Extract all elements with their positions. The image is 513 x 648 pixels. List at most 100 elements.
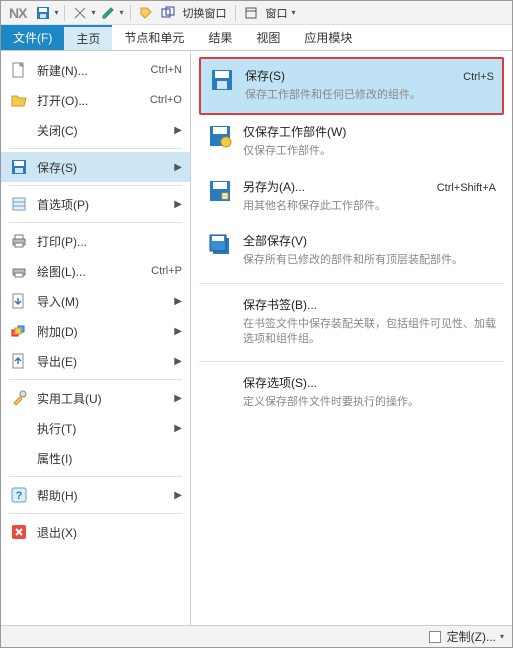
separator [9, 476, 182, 477]
submenu-save-work[interactable]: 仅保存工作部件(W) 仅保存工作部件。 [199, 115, 504, 169]
menu-shortcut: Ctrl+P [151, 265, 182, 277]
menu-label: 绘图(L)... [37, 263, 143, 280]
submenu-title: 保存(S) [245, 67, 285, 84]
separator [199, 361, 504, 362]
submenu-desc: 仅保存工作部件。 [243, 144, 496, 159]
menu-label: 保存(S) [37, 159, 166, 176]
tab-results[interactable]: 结果 [196, 25, 244, 50]
separator [9, 148, 182, 149]
menu-label: 首选项(P) [37, 196, 166, 213]
svg-text:?: ? [16, 490, 23, 502]
separator [9, 185, 182, 186]
chevron-right-icon: ▶ [174, 393, 182, 404]
save-icon [209, 67, 235, 93]
menu-tools[interactable]: 实用工具(U) ▶ [1, 383, 190, 413]
submenu-title: 保存书签(B)... [243, 296, 317, 313]
export-icon [9, 351, 29, 371]
plot-icon [9, 261, 29, 281]
menu-label: 执行(T) [37, 420, 166, 437]
submenu-save[interactable]: 保存(S) Ctrl+S 保存工作部件和任何已修改的组件。 [199, 57, 504, 115]
menu-open[interactable]: 打开(O)... Ctrl+O [1, 85, 190, 115]
menu-import[interactable]: 导入(M) ▶ [1, 286, 190, 316]
printer-icon [9, 231, 29, 251]
exit-icon [9, 522, 29, 542]
submenu-save-options[interactable]: 保存选项(S)... 定义保存部件文件时要执行的操作。 [199, 366, 504, 420]
submenu-desc: 保存所有已修改的部件和所有顶层装配部件。 [243, 253, 496, 268]
submenu-body: 仅保存工作部件(W) 仅保存工作部件。 [243, 123, 496, 159]
submenu-save-as[interactable]: 另存为(A)... Ctrl+Shift+A 用其他名称保存此工作部件。 [199, 170, 504, 224]
menu-attach[interactable]: 附加(D) ▶ [1, 316, 190, 346]
submenu-body: 另存为(A)... Ctrl+Shift+A 用其他名称保存此工作部件。 [243, 178, 496, 214]
save-as-icon [207, 178, 233, 204]
separator [9, 222, 182, 223]
status-bar: 定制(Z)... ▾ [1, 625, 512, 647]
submenu-title: 仅保存工作部件(W) [243, 123, 346, 140]
submenu-shortcut: Ctrl+S [463, 71, 494, 83]
submenu-body: 保存书签(B)... 在书签文件中保存装配关联，包括组件可见性、加载选项和组件组… [243, 296, 496, 348]
separator [9, 513, 182, 514]
menu-execute[interactable]: 执行(T) ▶ [1, 413, 190, 443]
preferences-icon [9, 194, 29, 214]
submenu-body: 保存选项(S)... 定义保存部件文件时要执行的操作。 [243, 374, 496, 410]
dropdown-icon[interactable]: ▾ [119, 8, 123, 17]
blank-icon [9, 448, 29, 468]
menu-plot[interactable]: 绘图(L)... Ctrl+P [1, 256, 190, 286]
tab-nodes[interactable]: 节点和单元 [112, 25, 196, 50]
chevron-right-icon: ▶ [174, 423, 182, 434]
submenu-desc: 保存工作部件和任何已修改的组件。 [245, 88, 494, 103]
blank-icon [9, 418, 29, 438]
menu-shortcut: Ctrl+O [150, 94, 182, 106]
submenu-save-all[interactable]: 全部保存(V) 保存所有已修改的部件和所有顶层装配部件。 [199, 224, 504, 278]
menu-close[interactable]: 关闭(C) ▶ [1, 115, 190, 145]
blank-icon [207, 296, 233, 322]
submenu-bookmark[interactable]: 保存书签(B)... 在书签文件中保存装配关联，包括组件可见性、加载选项和组件组… [199, 288, 504, 358]
menu-new[interactable]: 新建(N)... Ctrl+N [1, 55, 190, 85]
menu-properties[interactable]: 属性(I) [1, 443, 190, 473]
windows-icon[interactable] [159, 4, 177, 22]
menu-help[interactable]: ? 帮助(H) ▶ [1, 480, 190, 510]
tab-view[interactable]: 视图 [244, 25, 292, 50]
dropdown-icon[interactable]: ▾ [500, 632, 504, 641]
switch-window-label[interactable]: 切换窗口 [181, 5, 229, 21]
menu-print[interactable]: 打印(P)... [1, 226, 190, 256]
customize-label[interactable]: 定制(Z)... [447, 628, 496, 645]
separator [199, 283, 504, 284]
submenu-title: 另存为(A)... [243, 178, 305, 195]
dropdown-icon[interactable]: ▾ [292, 8, 296, 17]
chevron-right-icon: ▶ [174, 326, 182, 337]
save-icon[interactable] [34, 4, 52, 22]
chevron-right-icon: ▶ [174, 296, 182, 307]
pencil-icon[interactable] [99, 4, 117, 22]
window-menu-label[interactable]: 窗口 [264, 5, 290, 21]
blank-icon [9, 120, 29, 140]
tab-home[interactable]: 主页 [64, 25, 112, 50]
tag-icon[interactable] [137, 4, 155, 22]
blank-icon [207, 374, 233, 400]
tab-modules[interactable]: 应用模块 [292, 25, 364, 50]
checkbox[interactable] [429, 631, 441, 643]
menu-label: 新建(N)... [37, 62, 143, 79]
dropdown-icon[interactable]: ▾ [54, 8, 58, 17]
cut-icon[interactable] [71, 4, 89, 22]
menu-label: 关闭(C) [37, 122, 166, 139]
submenu-body: 全部保存(V) 保存所有已修改的部件和所有顶层装配部件。 [243, 232, 496, 268]
chevron-right-icon: ▶ [174, 125, 182, 136]
menu-preferences[interactable]: 首选项(P) ▶ [1, 189, 190, 219]
submenu-body: 保存(S) Ctrl+S 保存工作部件和任何已修改的组件。 [245, 67, 494, 103]
tools-icon [9, 388, 29, 408]
separator [130, 5, 131, 21]
dropdown-icon[interactable]: ▾ [91, 8, 95, 17]
window-icon[interactable] [242, 4, 260, 22]
tab-file[interactable]: 文件(F) [1, 25, 64, 50]
submenu-desc: 定义保存部件文件时要执行的操作。 [243, 395, 496, 410]
menu-label: 导出(E) [37, 353, 166, 370]
submenu-shortcut: Ctrl+Shift+A [437, 182, 496, 194]
file-menu: 新建(N)... Ctrl+N 打开(O)... Ctrl+O 关闭(C) ▶ … [1, 51, 191, 625]
main-area: 新建(N)... Ctrl+N 打开(O)... Ctrl+O 关闭(C) ▶ … [1, 51, 512, 625]
menu-save[interactable]: 保存(S) ▶ [1, 152, 190, 182]
menu-exit[interactable]: 退出(X) [1, 517, 190, 547]
open-folder-icon [9, 90, 29, 110]
menu-export[interactable]: 导出(E) ▶ [1, 346, 190, 376]
menu-label: 导入(M) [37, 293, 166, 310]
chevron-right-icon: ▶ [174, 199, 182, 210]
